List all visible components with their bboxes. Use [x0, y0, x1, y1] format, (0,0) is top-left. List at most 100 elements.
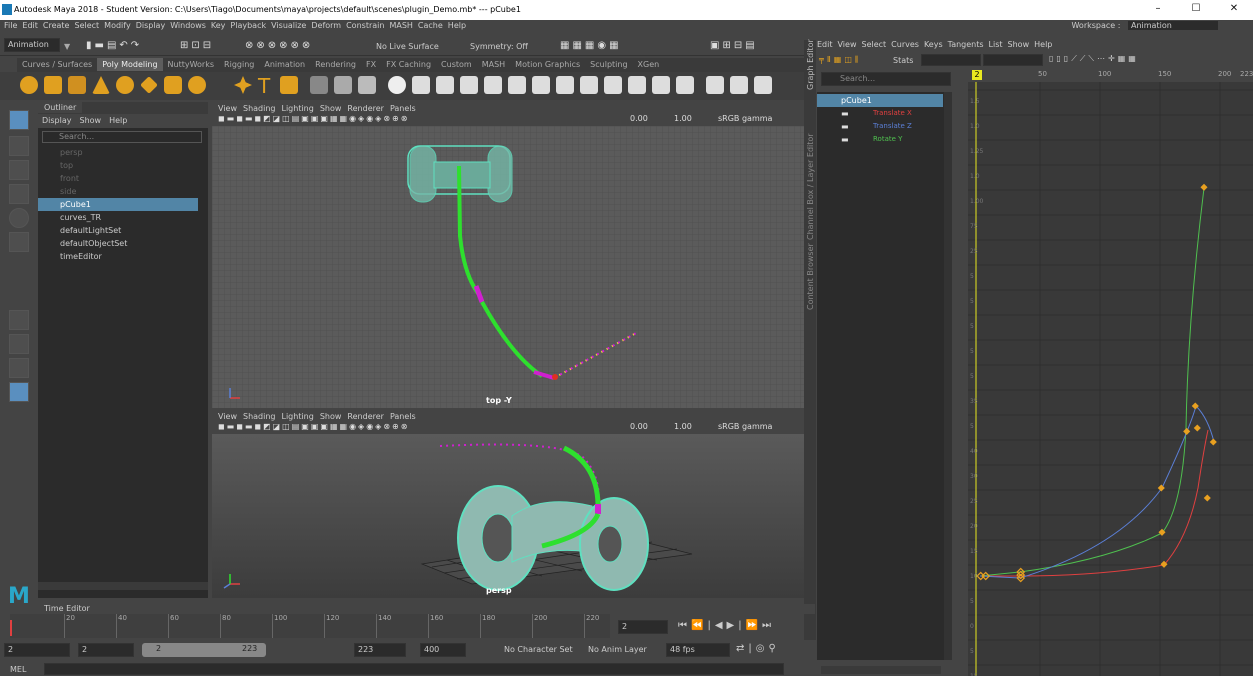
menu-deform[interactable]: Deform	[311, 21, 341, 30]
viewport-menu-renderer[interactable]: Renderer	[347, 412, 384, 421]
sculpt-icon[interactable]	[556, 76, 574, 94]
viewport-menu-view[interactable]: View	[218, 104, 237, 113]
bridge-icon[interactable]	[436, 76, 454, 94]
graph-list-vscrollbar[interactable]	[944, 92, 952, 660]
merge-icon[interactable]	[580, 76, 598, 94]
viewport-toolbar[interactable]: ◼▬◼▬◼◩◪◫▤▣▣▣▦▦◉◈◉◈⊗⊕⊗ 0.00 1.00 sRGB gam…	[212, 114, 812, 126]
graph-editor-side-tab[interactable]: Graph Editor	[806, 39, 815, 90]
reduce-icon[interactable]	[628, 76, 646, 94]
cube-icon[interactable]	[44, 76, 62, 94]
graph-menu-curves[interactable]: Curves	[891, 40, 919, 49]
graph-editor-search-input[interactable]: Search...	[821, 72, 951, 86]
time-editor-label[interactable]: Time Editor	[44, 604, 90, 613]
anim-layer-select[interactable]: No Anim Layer	[588, 645, 647, 654]
channel-box-side-tab[interactable]: Channel Box / Layer Editor	[806, 133, 815, 240]
shelf-tab[interactable]: Motion Graphics	[510, 58, 585, 71]
menu-windows[interactable]: Windows	[170, 21, 206, 30]
outliner-item[interactable]: timeEditor	[44, 250, 102, 263]
separate-icon[interactable]	[334, 76, 352, 94]
extrude-icon[interactable]	[412, 76, 430, 94]
graph-menu-edit[interactable]: Edit	[817, 40, 833, 49]
menu-file[interactable]: File	[4, 21, 17, 30]
graph-menu-show[interactable]: Show	[1008, 40, 1030, 49]
viewport-menu-show[interactable]: Show	[320, 104, 342, 113]
viewport-menu-panels[interactable]: Panels	[390, 412, 416, 421]
character-set-select[interactable]: No Character Set	[504, 645, 573, 654]
menu-select[interactable]: Select	[74, 21, 99, 30]
exposure-value[interactable]: 0.00	[630, 114, 648, 123]
playback-controls[interactable]: ⏮⏪|◀▶|⏩⏭	[678, 620, 775, 631]
shelf-tab[interactable]: FX Caching	[381, 58, 436, 71]
four-pane-icon[interactable]	[9, 334, 29, 354]
outliner-item[interactable]: top	[44, 159, 73, 172]
snap-icons[interactable]: ⊗⊗⊗⊗⊗⊗	[245, 40, 313, 51]
graph-editor-canvas[interactable]: 50 100 150 200 223 2 1.5 1.0 1.25 1.0 1.00 75 25 5 5…	[968, 68, 1253, 676]
persp-viewport[interactable]: persp	[212, 434, 812, 598]
persp-viewport-canvas[interactable]	[212, 434, 812, 598]
top-viewport-canvas[interactable]	[212, 126, 812, 408]
platonic-icon[interactable]	[188, 76, 206, 94]
viewport-menu-view[interactable]: View	[218, 412, 237, 421]
shelf-tab[interactable]: Custom	[436, 58, 477, 71]
colorspace-label[interactable]: sRGB gamma	[718, 114, 772, 123]
panel-icons[interactable]: ▣⊞⊟▤	[710, 40, 758, 51]
top-viewport[interactable]: top -Y	[212, 126, 812, 408]
outliner-item[interactable]: curves_TR	[44, 211, 101, 224]
cylinder-icon[interactable]	[68, 76, 86, 94]
menu-modify[interactable]: Modify	[104, 21, 131, 30]
text-icon[interactable]: T	[258, 74, 270, 98]
menu-constrain[interactable]: Constrain	[346, 21, 384, 30]
fill-hole-icon[interactable]	[532, 76, 550, 94]
shelf-tab[interactable]: Rigging	[219, 58, 259, 71]
playback-end-field[interactable]: 223	[354, 643, 406, 657]
playback-start-field[interactable]: 2	[78, 643, 134, 657]
outliner-item[interactable]: front	[44, 172, 79, 185]
current-frame-field[interactable]: 2	[618, 620, 668, 634]
viewport-menu-lighting[interactable]: Lighting	[281, 104, 313, 113]
graph-menu-help[interactable]: Help	[1034, 40, 1052, 49]
menu-set-select[interactable]: Animation	[4, 38, 60, 52]
outliner-item[interactable]: defaultObjectSet	[44, 237, 127, 250]
select-tool-icon[interactable]	[9, 110, 29, 130]
shelf-tab[interactable]: FX	[361, 58, 381, 71]
gamma-value-persp[interactable]: 1.00	[674, 422, 692, 431]
graph-menu-view[interactable]: View	[838, 40, 857, 49]
outliner-item[interactable]: side	[44, 185, 76, 198]
viewport-menu-shading[interactable]: Shading	[243, 104, 276, 113]
torus-icon[interactable]	[116, 76, 134, 94]
viewport-menu-show[interactable]: Show	[320, 412, 342, 421]
time-slider[interactable]: 20 40 60 80 100 120 140 160 180 200 220	[10, 614, 610, 638]
shelf-tab[interactable]: NuttyWorks	[163, 58, 220, 71]
mel-input[interactable]	[44, 663, 784, 675]
menu-create[interactable]: Create	[43, 21, 70, 30]
menu-mash[interactable]: MASH	[389, 21, 412, 30]
target-weld-icon[interactable]	[754, 76, 772, 94]
menu-edit[interactable]: Edit	[22, 21, 38, 30]
shelf-tab[interactable]: Rendering	[310, 58, 361, 71]
graph-menu-list[interactable]: List	[989, 40, 1003, 49]
shelf-tab[interactable]: Poly Modeling	[97, 58, 163, 71]
symmetry-field[interactable]: Symmetry: Off	[470, 42, 528, 51]
menu-visualize[interactable]: Visualize	[271, 21, 306, 30]
chevron-down-icon[interactable]: ▼	[64, 42, 70, 51]
move-tool-icon[interactable]	[9, 184, 29, 204]
graph-curves-svg[interactable]	[968, 68, 1253, 676]
smooth-icon[interactable]	[358, 76, 376, 94]
boolean-icon[interactable]	[388, 76, 406, 94]
anim-end-field[interactable]: 400	[420, 643, 466, 657]
uv-icon[interactable]	[676, 76, 694, 94]
render-icons[interactable]: ▦▦▦◉▦	[560, 40, 622, 51]
viewport-toolbar-persp[interactable]: ◼▬◼▬◼◩◪◫▤▣▣▣▦▦◉◈◉◈⊗⊕⊗ 0.00 1.00 sRGB gam…	[212, 422, 812, 434]
viewport-menu-lighting[interactable]: Lighting	[281, 412, 313, 421]
bevel-icon[interactable]	[460, 76, 478, 94]
rotate-tool-icon[interactable]	[9, 208, 29, 228]
keyframe-markers[interactable]	[976, 567, 1026, 583]
selection-mask-icons[interactable]: ⊞⊡⊟	[180, 40, 214, 51]
menu-playback[interactable]: Playback	[230, 21, 266, 30]
anim-start-field[interactable]: 2	[4, 643, 70, 657]
curve-translate-x[interactable]	[980, 429, 1209, 577]
graph-editor-object[interactable]: pCube1	[817, 94, 943, 107]
multicut-icon[interactable]	[706, 76, 724, 94]
menu-help[interactable]: Help	[448, 21, 466, 30]
outliner-tab[interactable]: Outliner	[38, 102, 83, 113]
